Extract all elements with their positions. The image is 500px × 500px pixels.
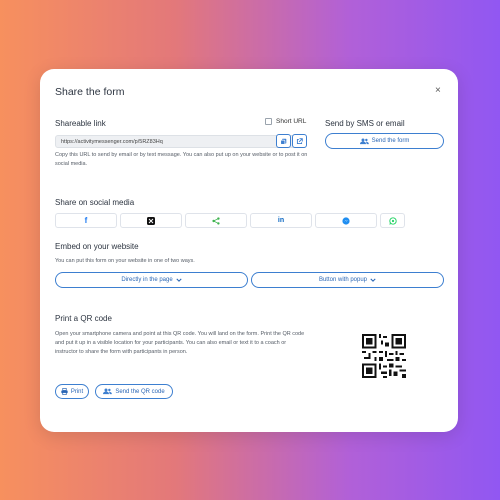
send-form-button[interactable]: Send the form [325, 133, 444, 149]
linkedin-button[interactable]: in [250, 213, 312, 228]
chevron-down-icon [370, 278, 376, 282]
print-button[interactable]: Print [55, 384, 89, 399]
copy-button[interactable] [276, 134, 291, 148]
share-url-field[interactable]: https://activitymessenger.com/p/5RZ83Hq [55, 135, 305, 148]
whatsapp-icon [388, 216, 397, 225]
send-qr-label: Send the QR code [115, 388, 165, 395]
open-link-button[interactable] [292, 134, 307, 148]
shareable-link-heading: Shareable link [55, 119, 106, 128]
close-icon[interactable]: × [435, 85, 441, 96]
linkedin-icon: in [277, 217, 285, 224]
messenger-button[interactable] [315, 213, 377, 228]
users-icon [103, 388, 113, 395]
facebook-icon: f [84, 216, 88, 225]
embed-heading: Embed on your website [55, 242, 139, 251]
print-label: Print [70, 388, 84, 395]
embed-popup-label: Button with popup [318, 277, 368, 283]
short-url-checkbox[interactable] [265, 118, 272, 125]
embed-popup-button[interactable]: Button with popup [251, 272, 444, 288]
whatsapp-button[interactable] [380, 213, 405, 228]
embed-direct-label: Directly in the page [121, 277, 173, 283]
x-icon [147, 216, 155, 225]
send-qr-button[interactable]: Send the QR code [95, 384, 173, 399]
send-form-label: Send the form [371, 138, 410, 144]
embed-direct-button[interactable]: Directly in the page [55, 272, 248, 288]
short-url-toggle[interactable]: Short URL [265, 118, 306, 125]
embed-description: You can put this form on your website in… [55, 258, 195, 264]
printer-icon [61, 388, 68, 395]
sms-heading: Send by SMS or email [325, 119, 405, 128]
share-form-modal: Share the form × Shareable link Short UR… [40, 69, 458, 432]
share-button[interactable] [185, 213, 247, 228]
facebook-button[interactable]: f [55, 213, 117, 228]
shareable-description: Copy this URL to send by email or by tex… [55, 152, 308, 167]
external-link-icon [296, 137, 303, 144]
social-heading: Share on social media [55, 198, 135, 207]
qr-code-image [362, 334, 406, 378]
short-url-label: Short URL [276, 118, 307, 125]
modal-title: Share the form [55, 86, 125, 98]
qr-heading: Print a QR code [55, 314, 112, 323]
chevron-down-icon [176, 278, 182, 282]
x-button[interactable] [120, 213, 182, 228]
copy-icon [280, 138, 287, 145]
qr-description: Open your smartphone camera and point at… [55, 331, 305, 355]
users-icon [359, 138, 369, 144]
messenger-icon [342, 216, 350, 225]
share-icon [212, 216, 220, 225]
